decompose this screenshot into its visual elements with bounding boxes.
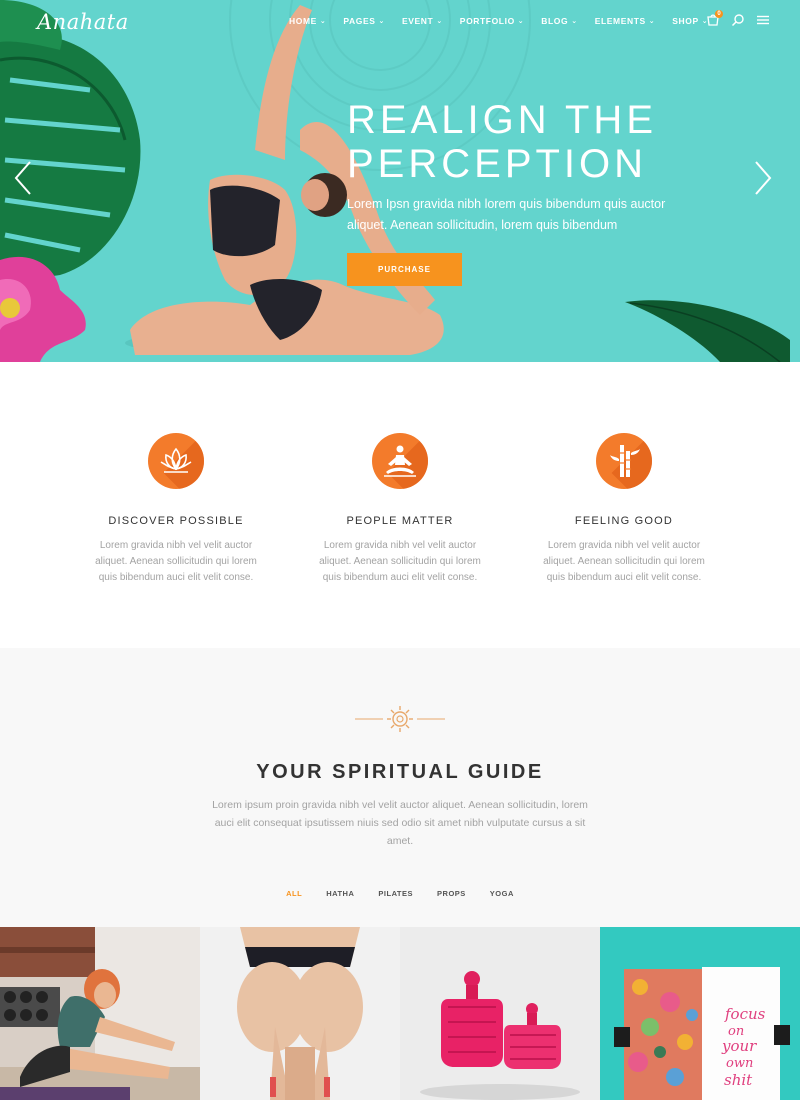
main-navbar: Anahata HOME ⌄ PAGES ⌄ EVENT ⌄ PORTFOLIO ⌄ B…: [0, 0, 800, 44]
section-title: YOUR SPIRITUAL GUIDE: [256, 761, 544, 783]
nav-label: PAGES: [343, 16, 376, 26]
site-logo[interactable]: Anahata: [37, 10, 129, 34]
nav-item-portfolio[interactable]: PORTFOLIO ⌄: [460, 16, 524, 26]
chevron-down-icon: ⌄: [378, 18, 385, 25]
cart-icon[interactable]: 0: [706, 10, 723, 27]
leaf-bottom-right: [625, 300, 790, 362]
cart-count-badge: 0: [715, 10, 723, 18]
hamburger-menu-icon[interactable]: [756, 13, 770, 27]
filter-all[interactable]: ALL: [286, 889, 302, 898]
slider-prev-arrow[interactable]: [12, 160, 34, 196]
chevron-down-icon: ⌄: [319, 18, 327, 25]
main-menu: HOME ⌄ PAGES ⌄ EVENT ⌄ PORTFOLIO ⌄ BLOG ⌄ ELE…: [289, 16, 725, 26]
chevron-down-icon: ⌄: [648, 18, 656, 25]
hero-title-line-2: PERCEPTION: [347, 142, 648, 186]
purchase-button[interactable]: PURCHASE: [347, 253, 462, 286]
pink-flower: [0, 256, 86, 362]
notebook-text-line: your: [721, 1037, 757, 1055]
features-section: DISCOVER POSSIBLE Lorem gravida nibh vel…: [0, 362, 800, 648]
notebook-text-line: own: [726, 1056, 753, 1071]
feature-title: FEELING GOOD: [574, 515, 674, 527]
feature-title: DISCOVER POSSIBLE: [108, 515, 244, 527]
nav-label: BLOG: [541, 16, 569, 26]
gallery-item-pink-jars[interactable]: [400, 927, 600, 1100]
lotus-icon: [148, 433, 204, 489]
nav-item-pages[interactable]: PAGES ⌄: [343, 16, 385, 26]
nav-label: PORTFOLIO: [459, 16, 515, 26]
nav-item-shop[interactable]: SHOP ⌄: [672, 16, 708, 26]
chevron-down-icon: ⌄: [436, 18, 443, 25]
section-description: Lorem ipsum proin gravida nibh vel velit…: [212, 799, 588, 847]
filter-pilates[interactable]: PILATES: [378, 889, 413, 898]
feature-people-matter: PEOPLE MATTER Lorem gravida nibh vel vel…: [300, 433, 500, 586]
notebook-text-line: shit: [724, 1071, 753, 1089]
filter-hatha[interactable]: HATHA: [326, 889, 354, 898]
portfolio-gallery: focus on your own shit: [0, 927, 800, 1100]
feature-text: Lorem gravida nibh vel velit auctor aliq…: [543, 540, 705, 583]
feature-text: Lorem gravida nibh vel velit auctor aliq…: [95, 540, 257, 583]
hero-title-line-1: REALIGN THE: [347, 98, 657, 142]
nav-item-elements[interactable]: ELEMENTS ⌄: [595, 16, 656, 26]
chevron-down-icon: ⌄: [571, 18, 578, 25]
nav-label: EVENT: [401, 16, 434, 26]
hero-subtitle: Lorem Ipsn gravida nibh lorem quis biben…: [347, 197, 666, 232]
feature-feeling-good: FEELING GOOD Lorem gravida nibh vel veli…: [524, 433, 724, 586]
filter-props[interactable]: PROPS: [437, 889, 466, 898]
feature-title: PEOPLE MATTER: [346, 515, 454, 527]
hero-title: REALIGN THE PERCEPTION: [347, 98, 767, 186]
sun-ornament-icon: [355, 706, 445, 732]
nav-item-event[interactable]: EVENT ⌄: [402, 16, 443, 26]
chevron-down-icon: ⌄: [517, 18, 525, 25]
nav-item-blog[interactable]: BLOG ⌄: [541, 16, 577, 26]
portfolio-filters: ALL HATHA PILATES PROPS YOGA: [0, 889, 800, 898]
filter-yoga[interactable]: YOGA: [490, 889, 514, 898]
gallery-item-hands-feet[interactable]: [200, 927, 400, 1100]
nav-label: SHOP: [672, 16, 699, 26]
nav-label: HOME: [289, 16, 317, 26]
feature-text: Lorem gravida nibh vel velit auctor aliq…: [319, 540, 481, 583]
nav-item-home[interactable]: HOME ⌄: [289, 16, 326, 26]
gallery-item-stretching[interactable]: [0, 927, 200, 1100]
meditation-icon: [372, 433, 428, 489]
nav-label: ELEMENTS: [594, 16, 646, 26]
bamboo-icon: [596, 433, 652, 489]
hero-slider: Anahata HOME ⌄ PAGES ⌄ EVENT ⌄ PORTFOLIO ⌄ B…: [0, 0, 800, 362]
feature-discover-possible: DISCOVER POSSIBLE Lorem gravida nibh vel…: [76, 433, 276, 586]
nav-icons: 0: [706, 10, 770, 27]
search-icon[interactable]: [731, 13, 745, 27]
gallery-item-notebook[interactable]: focus on your own shit: [600, 927, 800, 1100]
notebook-text-line: focus: [724, 1005, 766, 1023]
spiritual-guide-section: YOUR SPIRITUAL GUIDE Lorem ipsum proin g…: [0, 648, 800, 927]
